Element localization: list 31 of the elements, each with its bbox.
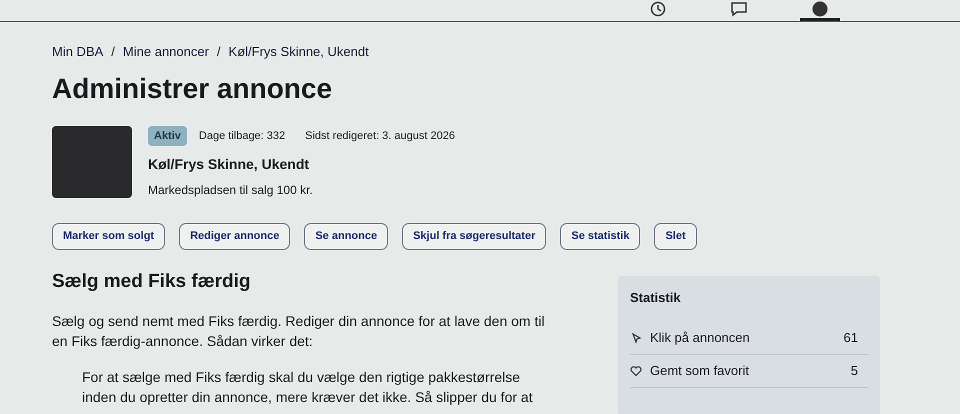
breadcrumb-link[interactable]: Køl/Frys Skinne, Ukendt bbox=[228, 42, 369, 62]
intro-paragraph: Sælg og send nemt med Fiks færdig. Rediger din annonce for at lave den om til en Fiks færdig-annonce. Sådan virker det: bbox=[52, 312, 546, 350]
stats-title: Statistik bbox=[630, 289, 682, 307]
action-button[interactable]: Se annonce bbox=[304, 223, 388, 250]
days-left: Dage tilbage: 332 bbox=[198, 128, 286, 144]
listing-title: Køl/Frys Skinne, Ukendt bbox=[148, 155, 310, 174]
heart-icon bbox=[630, 364, 642, 376]
listing-category: Markedspladsen til salg 100 kr. bbox=[148, 182, 314, 199]
stat-value: 61 bbox=[844, 328, 859, 347]
page-title: Administrer annonce bbox=[52, 72, 334, 106]
breadcrumb-separator: / bbox=[216, 43, 221, 61]
last-edited: Sidst redigeret: 3. august 2026 bbox=[305, 128, 455, 144]
breadcrumb-link[interactable]: Mine annoncer bbox=[122, 42, 209, 62]
breadcrumb-separator: / bbox=[111, 43, 115, 61]
action-button[interactable]: Se statistik bbox=[560, 223, 640, 250]
section-heading: Sælg med Fiks færdig bbox=[52, 270, 252, 294]
action-button[interactable]: Rediger annonce bbox=[179, 223, 290, 250]
stat-label: Klik på annoncen bbox=[650, 328, 751, 347]
chat-icon bbox=[730, 1, 748, 17]
status-badge: Aktiv bbox=[148, 126, 187, 146]
action-button[interactable]: Slet bbox=[654, 223, 697, 250]
quote-paragraph: For at sælge med Fiks færdig skal du vælge den rigtige pakkestørrelse inden du opretter din annonce, mere kræver det ikke. Så slipper du for at bbox=[82, 368, 534, 406]
nav-tab[interactable] bbox=[800, 1, 840, 21]
breadcrumb-link[interactable]: Min DBA bbox=[52, 42, 104, 62]
stat-label: Gemt som favorit bbox=[650, 362, 750, 380]
action-button[interactable]: Marker som solgt bbox=[52, 223, 166, 250]
profile-icon bbox=[812, 1, 828, 17]
stat-value: 5 bbox=[850, 362, 859, 380]
cursor-click-icon bbox=[630, 332, 642, 344]
clock-icon bbox=[650, 1, 666, 17]
action-button[interactable]: Skjul fra søgeresultater bbox=[402, 223, 546, 250]
